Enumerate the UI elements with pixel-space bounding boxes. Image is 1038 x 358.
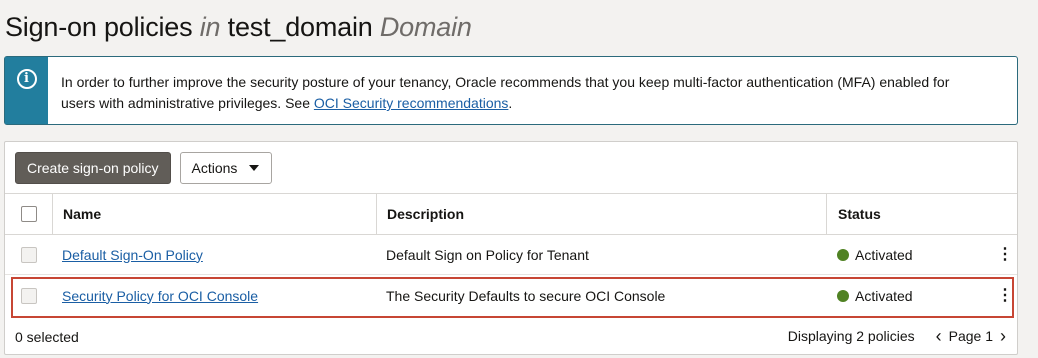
row-actions-kebab-icon[interactable]: ⋮ <box>997 287 1013 304</box>
column-header-name[interactable]: Name <box>52 194 376 234</box>
page-indicator: Page 1 <box>948 328 993 344</box>
status-cell: Activated <box>826 275 976 316</box>
toolbar: Create sign-on policy Actions <box>15 152 273 184</box>
page-title-text: Sign-on policies <box>5 12 193 42</box>
chevron-right-icon[interactable]: › <box>997 327 1009 345</box>
create-sign-on-policy-button[interactable]: Create sign-on policy <box>15 152 171 184</box>
row-actions-kebab-icon[interactable]: ⋮ <box>997 246 1013 263</box>
banner-text-line2: users with administrative privileges. Se… <box>61 95 314 111</box>
policy-description: Default Sign on Policy for Tenant <box>386 246 589 263</box>
displaying-count: Displaying 2 policies <box>787 328 915 344</box>
banner-text-line1: In order to further improve the security… <box>61 74 950 90</box>
table-row[interactable]: Default Sign-On Policy Default Sign on P… <box>5 235 1017 275</box>
select-all-checkbox[interactable] <box>20 206 37 222</box>
chevron-left-icon[interactable]: ‹ <box>933 327 945 345</box>
policy-name-link[interactable]: Default Sign-On Policy <box>62 247 203 263</box>
policy-description: The Security Defaults to secure OCI Cons… <box>386 287 666 304</box>
status-cell: Activated <box>826 235 976 274</box>
column-header-status[interactable]: Status <box>826 194 976 234</box>
status-activated-icon <box>837 289 849 302</box>
page-title-domain-word: Domain <box>379 12 472 42</box>
table-header: Name Description Status <box>5 193 1017 235</box>
status-activated-icon <box>837 248 849 261</box>
table-row[interactable]: Security Policy for OCI Console The Secu… <box>5 275 1017 316</box>
selected-count: 0 selected <box>15 329 79 345</box>
status-text: Activated <box>855 246 913 263</box>
pagination: Displaying 2 policies ‹ Page 1 › <box>788 327 1009 345</box>
column-header-description[interactable]: Description <box>376 194 826 234</box>
policies-panel: Create sign-on policy Actions Name Descr… <box>4 141 1018 355</box>
page-title-in: in <box>199 12 221 42</box>
banner-message: In order to further improve the security… <box>48 57 1003 124</box>
row-checkbox[interactable] <box>20 246 37 263</box>
row-checkbox[interactable] <box>20 287 37 304</box>
banner-stripe: i <box>5 57 48 124</box>
chevron-down-icon <box>249 165 260 171</box>
banner-text-end: . <box>508 95 513 111</box>
actions-menu-button[interactable]: Actions <box>179 152 273 184</box>
page-title: Sign-on policies in test_domain Domain <box>5 12 472 43</box>
status-text: Activated <box>855 287 913 304</box>
info-icon: i <box>16 69 37 89</box>
policy-name-link[interactable]: Security Policy for OCI Console <box>62 288 258 304</box>
actions-label: Actions <box>191 160 238 176</box>
page-title-domain-name: test_domain <box>227 12 373 42</box>
info-banner: i In order to further improve the securi… <box>4 56 1018 125</box>
oci-security-recommendations-link[interactable]: OCI Security recommendations <box>314 95 509 111</box>
